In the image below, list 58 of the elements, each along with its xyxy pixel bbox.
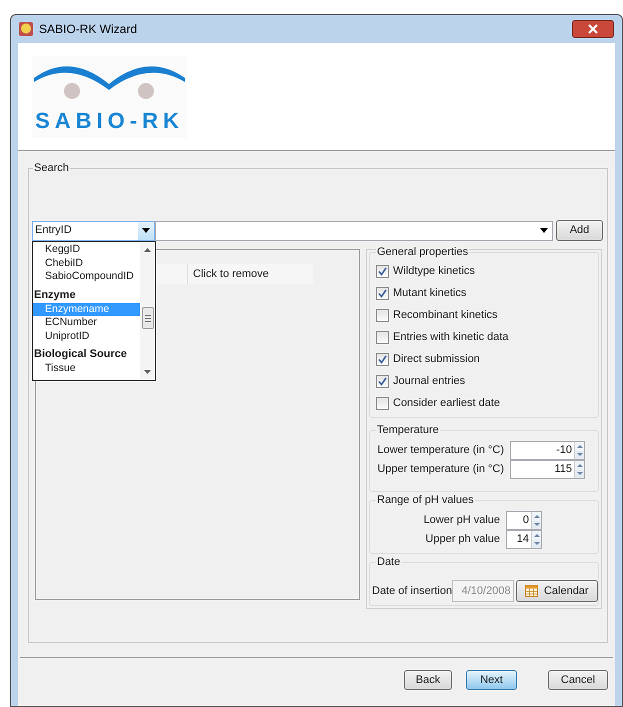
- down-arrow-icon[interactable]: [534, 542, 540, 546]
- dropdown-option[interactable]: ChebiID: [33, 256, 140, 270]
- dropdown-option[interactable]: SabioCompoundID: [33, 270, 140, 284]
- column-header: Click to remove: [188, 264, 313, 284]
- check-icon: [378, 267, 387, 276]
- wizard-button[interactable]: Cancel: [548, 670, 608, 690]
- up-arrow-icon[interactable]: [576, 464, 582, 467]
- down-arrow-icon[interactable]: [534, 523, 540, 526]
- check-icon: [378, 377, 387, 386]
- check-icon: [378, 355, 387, 364]
- checkbox-option[interactable]: Mutant kinetics: [376, 287, 598, 300]
- checkbox-option[interactable]: Entries with kinetic data: [376, 331, 598, 344]
- down-arrow-icon[interactable]: [576, 472, 582, 476]
- close-icon: [587, 24, 599, 34]
- up-arrow-icon[interactable]: [576, 444, 582, 448]
- field-label: Date of insertion: [372, 584, 452, 599]
- field-combo[interactable]: EntryID: [32, 220, 155, 240]
- checkbox-option[interactable]: Recombinant kinetics: [376, 309, 598, 322]
- field-label: Upper ph value: [425, 532, 500, 548]
- dropdown-option[interactable]: ECNumber: [33, 316, 140, 330]
- check-icon: [378, 289, 387, 298]
- dropdown-option[interactable]: Tissue: [33, 362, 140, 376]
- spin-field[interactable]: 115: [510, 460, 585, 479]
- up-arrow-icon[interactable]: [534, 534, 540, 537]
- checkbox-option[interactable]: Consider earliest date: [376, 397, 598, 410]
- group-title: Temperature: [376, 423, 440, 437]
- up-arrow-icon[interactable]: [534, 514, 540, 518]
- scroll-down-icon: [144, 370, 151, 374]
- spin-field[interactable]: -10: [510, 441, 585, 460]
- checkbox-option[interactable]: Direct submission: [376, 353, 598, 366]
- field-label: Upper temperature (in °C): [377, 462, 504, 478]
- field-label: Lower temperature (in °C): [377, 443, 504, 458]
- group-title: Range of pH values: [376, 493, 475, 507]
- window-title: SABIO-RK Wizard: [39, 21, 138, 38]
- close-button[interactable]: [572, 20, 614, 38]
- checkbox-option[interactable]: Journal entries: [376, 375, 598, 388]
- scroll-thumb[interactable]: [142, 307, 154, 329]
- caret-icon: [540, 228, 548, 233]
- caret-icon: [142, 228, 150, 233]
- field-label: Lower pH value: [424, 513, 500, 528]
- add-button[interactable]: Add: [556, 220, 603, 241]
- group-header: Biological Source: [33, 347, 128, 362]
- spin-field[interactable]: 0: [506, 511, 542, 530]
- wizard-button[interactable]: Back: [404, 670, 452, 690]
- search-term-combo[interactable]: [155, 220, 553, 240]
- scroll-up-icon: [144, 248, 151, 252]
- logo: SABIO-RK: [32, 56, 187, 138]
- app-icon: [19, 22, 33, 36]
- calendar-icon: [524, 585, 538, 597]
- dropdown-option[interactable]: KeggID: [33, 243, 140, 256]
- spin-field[interactable]: 14: [506, 530, 542, 549]
- dropdown-option[interactable]: UniprotID: [33, 330, 140, 343]
- checkbox-option[interactable]: Wildtype kinetics: [376, 265, 598, 278]
- down-arrow-icon[interactable]: [576, 453, 582, 456]
- group-title: General properties: [376, 245, 470, 259]
- group-header: Enzyme: [33, 288, 77, 302]
- scrollbar[interactable]: [140, 242, 155, 380]
- wizard-button[interactable]: Next: [466, 670, 517, 690]
